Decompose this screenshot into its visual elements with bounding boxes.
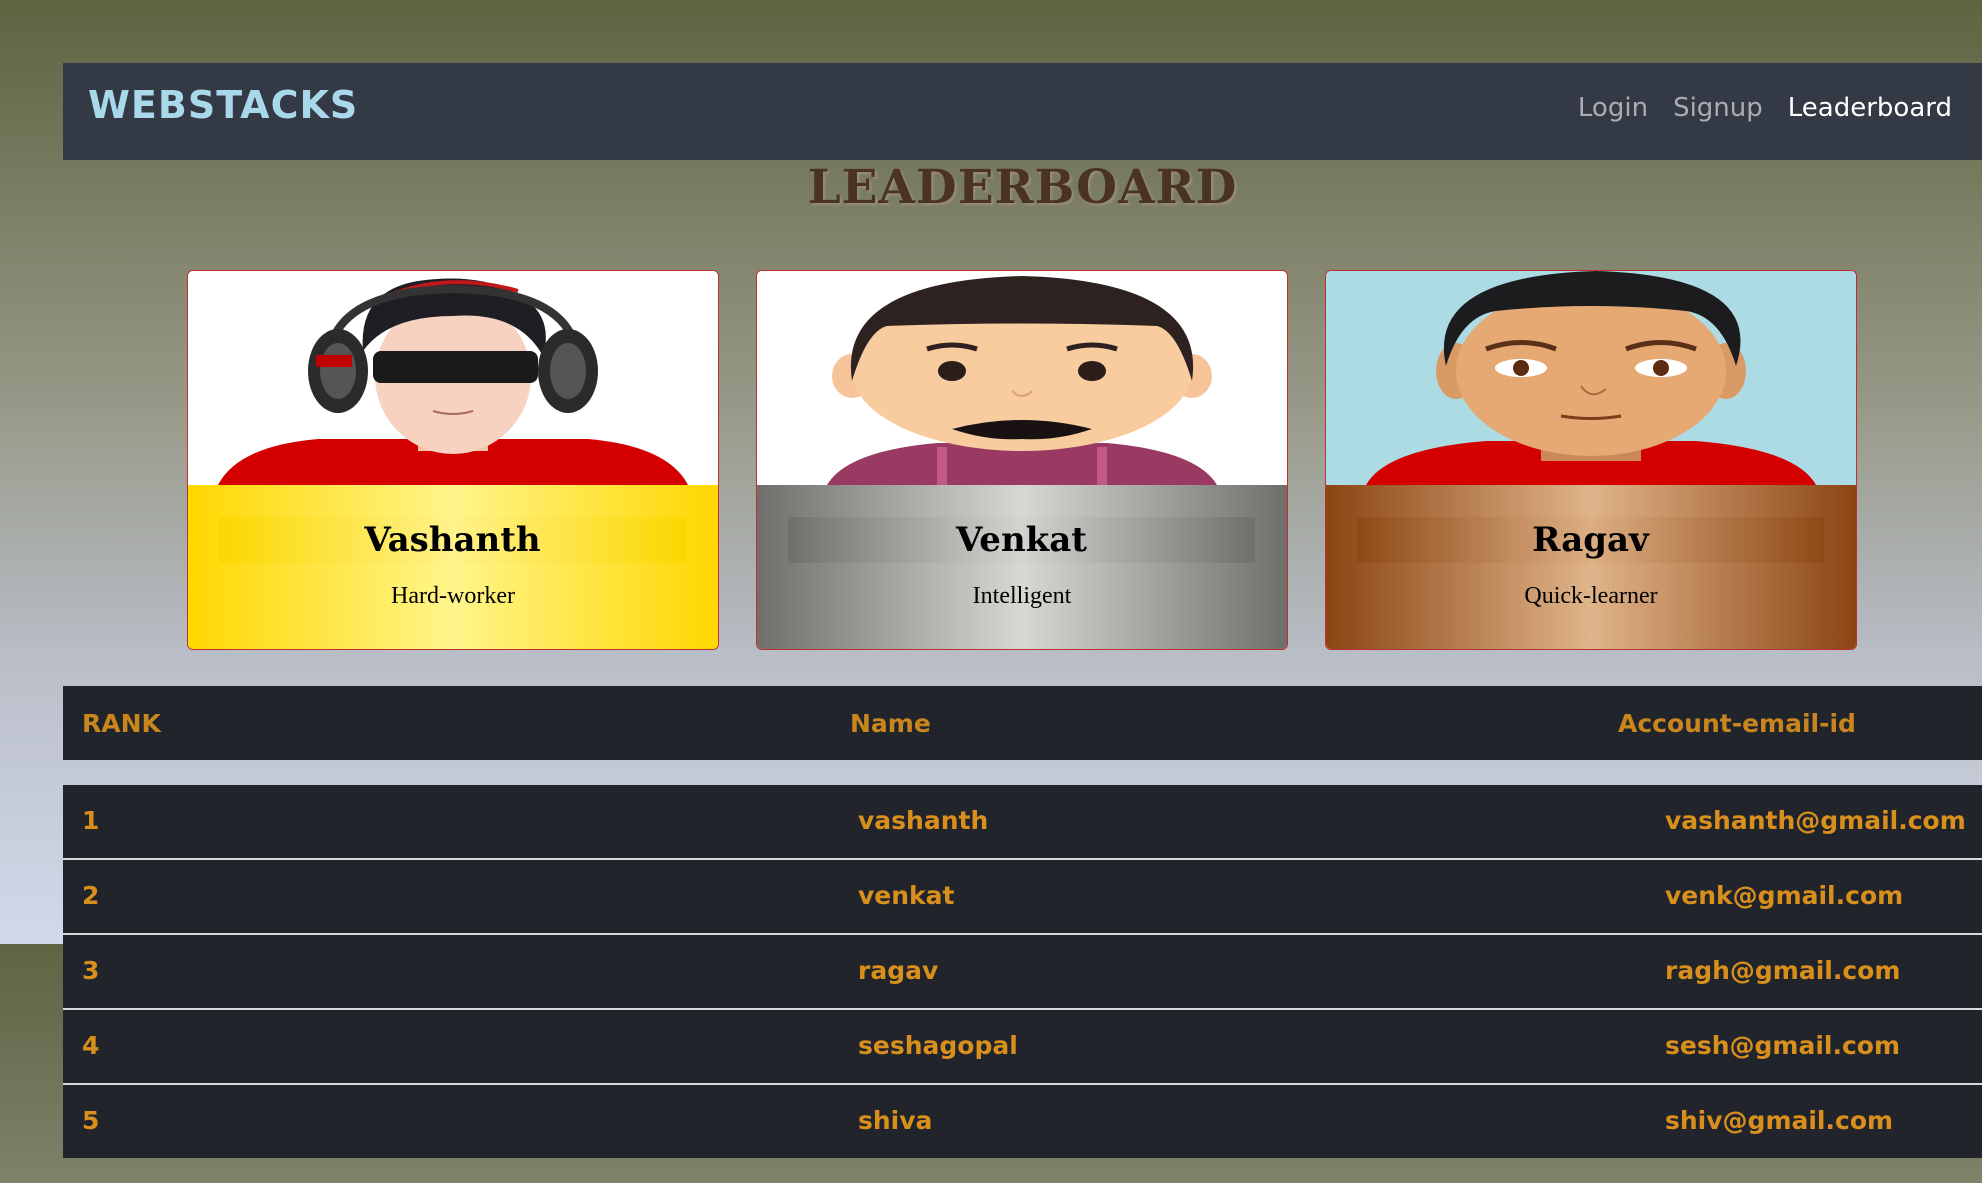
nav-login-link[interactable]: Login [1578, 93, 1648, 123]
rank-cell: 2 [82, 881, 100, 910]
name-band: Venkat [788, 517, 1255, 563]
card-name: Venkat [956, 520, 1087, 560]
table-row: 2 venkat venk@gmail.com [63, 858, 1982, 933]
table-row: 5 shiva shiv@gmail.com [63, 1083, 1982, 1158]
page-title: LEADERBOARD [807, 160, 1238, 215]
rank-cell: 5 [82, 1106, 100, 1135]
card-body: Venkat Intelligent [757, 485, 1287, 649]
card-name: Ragav [1532, 520, 1649, 560]
nav-leaderboard-link[interactable]: Leaderboard [1788, 93, 1952, 123]
rank-cell: 3 [82, 956, 100, 985]
card-description: Hard-worker [391, 583, 515, 609]
name-band: Ragav [1357, 517, 1824, 563]
avatar-image [757, 271, 1287, 485]
avatar-man-icon [1326, 271, 1856, 485]
leaderboard-table-header: RANK Name Account-email-id [63, 686, 1982, 760]
card-body: Vashanth Hard-worker [188, 485, 718, 649]
card-name: Vashanth [364, 520, 541, 560]
name-column-header: Name [850, 709, 931, 738]
avatar-image [188, 271, 718, 485]
card-description: Intelligent [972, 583, 1072, 609]
email-column-header: Account-email-id [1618, 709, 1856, 738]
email-cell: ragh@gmail.com [1665, 956, 1901, 985]
navbar: WEBSTACKS Login Signup Leaderboard [63, 63, 1982, 160]
name-cell: venkat [858, 881, 955, 910]
card-description: Quick-learner [1524, 583, 1658, 609]
rank-cell: 1 [82, 806, 100, 835]
name-cell: seshagopal [858, 1031, 1018, 1060]
name-cell: ragav [858, 956, 939, 985]
email-cell: shiv@gmail.com [1665, 1106, 1894, 1135]
table-row: 4 seshagopal sesh@gmail.com [63, 1008, 1982, 1083]
table-row: 3 ragav ragh@gmail.com [63, 933, 1982, 1008]
avatar-headphones-icon [188, 271, 718, 485]
name-cell: vashanth [858, 806, 989, 835]
card-body: Ragav Quick-learner [1326, 485, 1856, 649]
rank-cell: 4 [82, 1031, 100, 1060]
table-row: 1 vashanth vashanth@gmail.com [63, 785, 1982, 858]
email-cell: sesh@gmail.com [1665, 1031, 1901, 1060]
brand-logo[interactable]: WEBSTACKS [88, 83, 358, 127]
name-cell: shiva [858, 1106, 933, 1135]
leader-card-second: Venkat Intelligent [756, 270, 1288, 650]
name-band: Vashanth [219, 517, 686, 563]
nav-links: Login Signup Leaderboard [1553, 93, 1982, 123]
nav-signup-link[interactable]: Signup [1673, 93, 1763, 123]
email-cell: vashanth@gmail.com [1665, 806, 1966, 835]
avatar-bearded-man-icon [757, 271, 1287, 485]
avatar-image [1326, 271, 1856, 485]
email-cell: venk@gmail.com [1665, 881, 1904, 910]
leader-card-first: Vashanth Hard-worker [187, 270, 719, 650]
leader-card-third: Ragav Quick-learner [1325, 270, 1857, 650]
rank-column-header: RANK [82, 709, 161, 738]
